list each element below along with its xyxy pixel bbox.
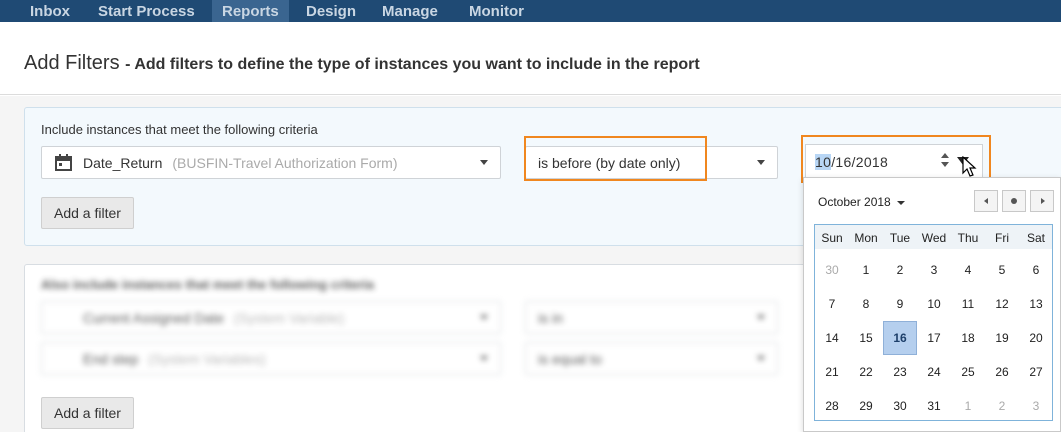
calendar-day[interactable]: 26: [985, 355, 1019, 389]
calendar-day[interactable]: 18: [951, 321, 985, 355]
operator-value: is in: [538, 310, 563, 326]
calendar-day[interactable]: 13: [1019, 287, 1053, 321]
mouse-cursor-icon: [962, 156, 977, 177]
weekday-label: Wed: [921, 231, 947, 245]
nav-item-reports[interactable]: Reports: [212, 0, 289, 22]
field-select[interactable]: Date_Return (BUSFIN-Travel Authorization …: [41, 146, 501, 179]
calendar-day[interactable]: 1: [951, 389, 985, 423]
weekday-label: Sat: [1026, 231, 1045, 245]
operator-highlight: [524, 136, 707, 181]
operator-value: is equal to: [538, 351, 602, 367]
calendar-day[interactable]: 25: [951, 355, 985, 389]
chevron-right-icon: [1041, 198, 1045, 204]
chevron-down-icon: [480, 315, 488, 320]
calendar-day[interactable]: 11: [951, 287, 985, 321]
chevron-down-icon: [757, 356, 765, 361]
calendar-day[interactable]: 27: [1019, 355, 1053, 389]
chevron-left-icon: [984, 198, 988, 204]
calendar-day[interactable]: 2: [985, 389, 1019, 423]
date-picker-popup: October 2018 Sun Mon Tue Wed Thu Fri Sat 30 1 2 3…: [803, 177, 1061, 432]
field-source: (System Variables): [148, 351, 266, 367]
calendar-day[interactable]: 1: [849, 253, 883, 287]
filter-group-label: Also include instances that meet the fol…: [41, 277, 375, 292]
dialog-header: Add Filters - Add filters to define the …: [0, 22, 1061, 95]
operator-select[interactable]: is in: [525, 301, 778, 334]
weekday-label: Sun: [821, 231, 843, 245]
nav-item-inbox[interactable]: Inbox: [20, 0, 80, 22]
calendar-icon: [55, 154, 72, 171]
calendar-day-selected[interactable]: 16: [883, 321, 917, 355]
calendar-day[interactable]: 9: [883, 287, 917, 321]
prev-month-button[interactable]: [974, 190, 998, 212]
weekday-header: Sun Mon Tue Wed Thu Fri Sat: [815, 225, 1052, 249]
calendar-day[interactable]: 28: [815, 389, 849, 423]
chevron-down-icon: [896, 200, 905, 205]
field-name: Current Assigned Date: [83, 310, 224, 326]
nav-item-manage[interactable]: Manage: [372, 0, 448, 22]
calendar-day[interactable]: 14: [815, 321, 849, 355]
calendar-day[interactable]: 24: [917, 355, 951, 389]
dialog-title-text: Add Filters: [24, 52, 120, 74]
calendar-day[interactable]: 30: [883, 389, 917, 423]
calendar-day[interactable]: 6: [1019, 253, 1053, 287]
dialog-title: Add Filters - Add filters to define the …: [24, 52, 700, 75]
calendar-grid: Sun Mon Tue Wed Thu Fri Sat 30 1 2 3 4 5 6 7 8 9 10 11 12 1…: [814, 224, 1053, 421]
dot-icon: [1011, 198, 1017, 204]
weekday-label: Fri: [995, 231, 1009, 245]
calendar-day[interactable]: 12: [985, 287, 1019, 321]
today-button[interactable]: [1002, 190, 1026, 212]
month-select[interactable]: October 2018: [818, 195, 905, 209]
calendar-day[interactable]: 30: [815, 253, 849, 287]
calendar-day[interactable]: 17: [917, 321, 951, 355]
calendar-day[interactable]: 23: [883, 355, 917, 389]
calendar-day[interactable]: 22: [849, 355, 883, 389]
calendar-day[interactable]: 29: [849, 389, 883, 423]
calendar-day[interactable]: 7: [815, 287, 849, 321]
filter-group-label: Include instances that meet the followin…: [41, 122, 318, 137]
field-source: (System Variable): [233, 310, 345, 326]
nav-item-design[interactable]: Design: [296, 0, 366, 22]
field-select[interactable]: End step (System Variables): [41, 342, 501, 375]
add-filter-button[interactable]: Add a filter: [41, 197, 134, 229]
calendar-day[interactable]: 8: [849, 287, 883, 321]
chevron-down-icon: [480, 160, 488, 165]
calendar-day[interactable]: 4: [951, 253, 985, 287]
calendar-day[interactable]: 21: [815, 355, 849, 389]
chevron-down-icon: [480, 356, 488, 361]
month-label: October 2018: [818, 195, 891, 209]
chevron-down-icon: [757, 315, 765, 320]
field-select[interactable]: Current Assigned Date (System Variable): [41, 301, 501, 334]
weekday-label: Tue: [889, 231, 911, 245]
calendar-day[interactable]: 2: [883, 253, 917, 287]
add-filter-button[interactable]: Add a filter: [41, 397, 134, 429]
dialog-subtitle: - Add filters to define the type of inst…: [125, 56, 700, 73]
calendar-day[interactable]: 10: [917, 287, 951, 321]
top-navigation: Inbox Start Process Reports Design Manag…: [0, 0, 1061, 22]
nav-item-start-process[interactable]: Start Process: [88, 0, 205, 22]
calendar-day[interactable]: 5: [985, 253, 1019, 287]
calendar-day[interactable]: 15: [849, 321, 883, 355]
field-name: End step: [83, 351, 139, 367]
calendar-day[interactable]: 31: [917, 389, 951, 423]
next-month-button[interactable]: [1030, 190, 1054, 212]
calendar-day[interactable]: 3: [1019, 389, 1053, 423]
operator-select[interactable]: is equal to: [525, 342, 778, 375]
nav-item-monitor[interactable]: Monitor: [459, 0, 534, 22]
field-name: Date_Return: [83, 155, 163, 171]
weekday-label: Thu: [957, 231, 979, 245]
weekday-label: Mon: [854, 231, 878, 245]
calendar-day[interactable]: 20: [1019, 321, 1053, 355]
chevron-down-icon: [757, 160, 765, 165]
calendar-day[interactable]: 3: [917, 253, 951, 287]
field-source: (BUSFIN-Travel Authorization Form): [172, 155, 398, 171]
calendar-day[interactable]: 19: [985, 321, 1019, 355]
